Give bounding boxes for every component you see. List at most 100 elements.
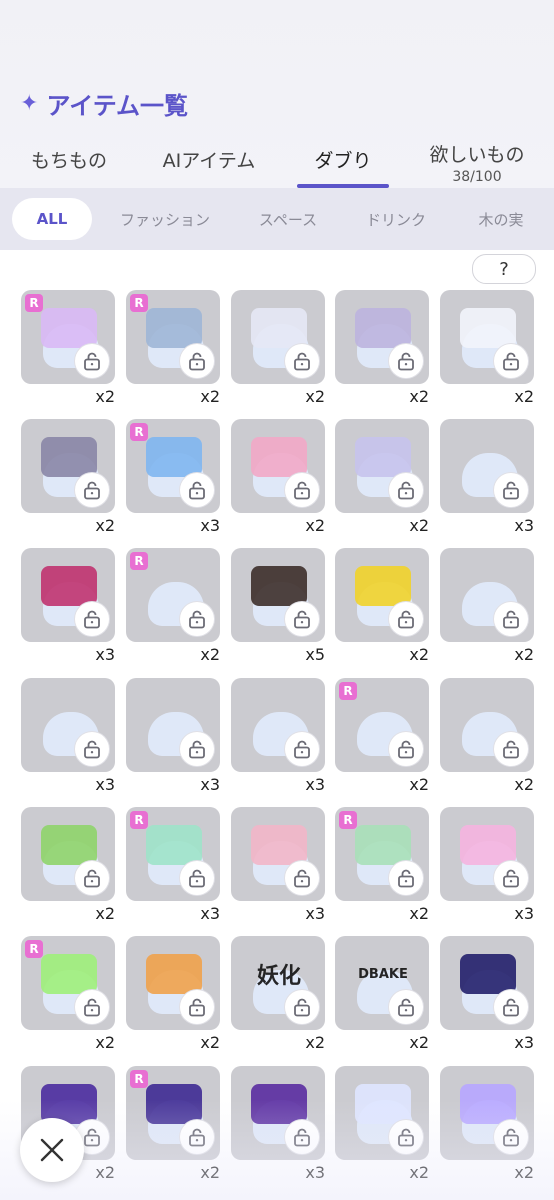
item-tile[interactable]: R (335, 807, 429, 901)
item-tile[interactable]: R (126, 290, 220, 384)
item-tile[interactable] (335, 1066, 429, 1160)
lock-icon[interactable] (389, 473, 423, 507)
rare-badge: R (130, 552, 148, 570)
lock-icon[interactable] (389, 344, 423, 378)
item-tile[interactable]: R (126, 807, 220, 901)
item-tile[interactable] (126, 936, 220, 1030)
lock-icon[interactable] (494, 990, 528, 1024)
lock-icon[interactable] (75, 344, 109, 378)
lock-icon[interactable] (285, 1120, 319, 1154)
item-tile[interactable] (440, 936, 534, 1030)
item-count: x2 (95, 904, 115, 923)
lock-icon[interactable] (494, 344, 528, 378)
lock-icon[interactable] (75, 732, 109, 766)
item-count: x2 (409, 516, 429, 535)
item-count: x2 (200, 645, 220, 664)
lock-icon[interactable] (285, 732, 319, 766)
item-tile[interactable]: DBAKE (335, 936, 429, 1030)
lock-icon[interactable] (75, 990, 109, 1024)
item-tile[interactable]: R (335, 678, 429, 772)
lock-icon[interactable] (494, 1120, 528, 1154)
item-count: x3 (514, 904, 534, 923)
item-tile[interactable] (21, 548, 115, 642)
lock-icon[interactable] (285, 473, 319, 507)
item-preview-image (251, 566, 307, 606)
rare-badge: R (130, 294, 148, 312)
item-tile[interactable]: R (126, 1066, 220, 1160)
lock-icon[interactable] (494, 861, 528, 895)
item-count: x2 (514, 1163, 534, 1182)
item-preview-image (251, 437, 307, 477)
item-count: x2 (514, 645, 534, 664)
item-count: x2 (200, 1033, 220, 1052)
item-tile[interactable] (231, 548, 325, 642)
lock-icon[interactable] (180, 732, 214, 766)
lock-icon[interactable] (75, 861, 109, 895)
item-tile[interactable] (21, 419, 115, 513)
lock-icon[interactable] (389, 1120, 423, 1154)
lock-icon[interactable] (180, 861, 214, 895)
item-tile[interactable] (231, 678, 325, 772)
lock-icon[interactable] (285, 990, 319, 1024)
item-tile[interactable]: R (126, 548, 220, 642)
rare-badge: R (130, 811, 148, 829)
item-tile[interactable] (231, 419, 325, 513)
lock-icon[interactable] (180, 990, 214, 1024)
item-count: x2 (305, 516, 325, 535)
lock-icon[interactable] (285, 602, 319, 636)
item-tile[interactable] (231, 1066, 325, 1160)
item-tile[interactable]: R (21, 290, 115, 384)
lock-icon[interactable] (389, 732, 423, 766)
item-tile[interactable] (440, 807, 534, 901)
item-tile[interactable]: R (126, 419, 220, 513)
item-preview-image (146, 954, 202, 994)
lock-icon[interactable] (285, 861, 319, 895)
lock-icon[interactable] (180, 602, 214, 636)
lock-icon[interactable] (180, 473, 214, 507)
item-tile[interactable] (335, 548, 429, 642)
item-tile[interactable]: 妖化 (231, 936, 325, 1030)
item-preview-image (41, 954, 97, 994)
item-tile[interactable] (440, 1066, 534, 1160)
item-preview-image (355, 1084, 411, 1124)
lock-icon[interactable] (389, 861, 423, 895)
item-graphic-text: 妖化 (256, 964, 301, 989)
item-count: x2 (514, 387, 534, 406)
item-count: x2 (200, 387, 220, 406)
close-button[interactable] (20, 1118, 84, 1182)
item-preview-image (41, 308, 97, 348)
lock-icon[interactable] (494, 473, 528, 507)
item-tile[interactable]: R (21, 936, 115, 1030)
item-tile[interactable] (231, 807, 325, 901)
item-count: x3 (200, 775, 220, 794)
item-count: x2 (409, 1163, 429, 1182)
item-tile[interactable] (440, 678, 534, 772)
item-graphic-text: DBAKE (358, 966, 408, 982)
item-tile[interactable] (21, 807, 115, 901)
item-tile[interactable] (440, 290, 534, 384)
lock-icon[interactable] (389, 990, 423, 1024)
item-tile[interactable] (231, 290, 325, 384)
item-tile[interactable] (126, 678, 220, 772)
item-tile[interactable] (21, 678, 115, 772)
lock-icon[interactable] (285, 344, 319, 378)
item-preview-image (251, 1084, 307, 1124)
item-count: x3 (200, 904, 220, 923)
item-grid: Rx2 Rx2 x2 x2 x2 x2 Rx3 x2 x2 x3 x3 Rx2 x5 x2 x2 x3 x3 x3… (0, 0, 554, 1200)
item-count: x3 (305, 904, 325, 923)
lock-icon[interactable] (494, 602, 528, 636)
lock-icon[interactable] (75, 473, 109, 507)
item-tile[interactable] (335, 290, 429, 384)
item-count: x3 (95, 775, 115, 794)
item-preview-image (355, 825, 411, 865)
item-preview-image (146, 437, 202, 477)
lock-icon[interactable] (180, 1120, 214, 1154)
lock-icon[interactable] (180, 344, 214, 378)
item-tile[interactable] (335, 419, 429, 513)
lock-icon[interactable] (389, 602, 423, 636)
item-tile[interactable] (440, 419, 534, 513)
lock-icon[interactable] (494, 732, 528, 766)
lock-icon[interactable] (75, 602, 109, 636)
item-tile[interactable] (440, 548, 534, 642)
item-preview-image (460, 954, 516, 994)
